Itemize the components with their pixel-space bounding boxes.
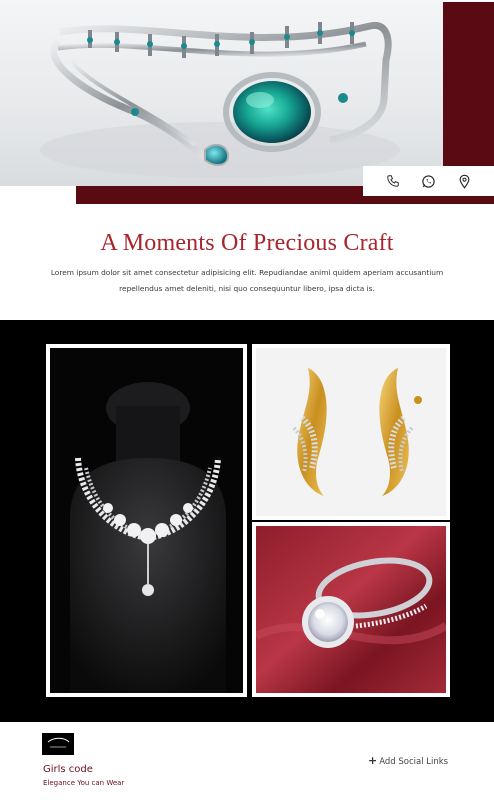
location-pin-icon[interactable]	[455, 172, 473, 190]
brand-logo[interactable]	[42, 733, 74, 755]
brand-name: Girls code	[43, 764, 93, 775]
plus-icon: +	[368, 754, 378, 767]
hero-bracelet-image	[0, 0, 443, 186]
page-title: A Moments Of Precious Craft	[100, 230, 394, 256]
whatsapp-icon[interactable]	[419, 172, 437, 190]
earrings-image[interactable]	[252, 344, 450, 520]
intro-section: A Moments Of Precious Craft Lorem ipsum …	[0, 230, 494, 297]
hero-banner	[0, 0, 494, 210]
ring-image[interactable]	[252, 522, 450, 697]
brand-tagline: Elegance You can Wear	[43, 779, 125, 787]
footer: Girls code Elegance You can Wear + Add So…	[0, 722, 494, 806]
phone-icon[interactable]	[384, 172, 402, 190]
necklace-image[interactable]	[46, 344, 247, 697]
jewelry-gallery	[0, 320, 494, 722]
intro-description: Lorem ipsum dolor sit amet consectetur a…	[50, 268, 444, 293]
add-social-links-label: Add Social Links	[379, 757, 449, 767]
add-social-links-button[interactable]: + Add Social Links	[368, 754, 448, 767]
contact-bar	[363, 166, 494, 196]
